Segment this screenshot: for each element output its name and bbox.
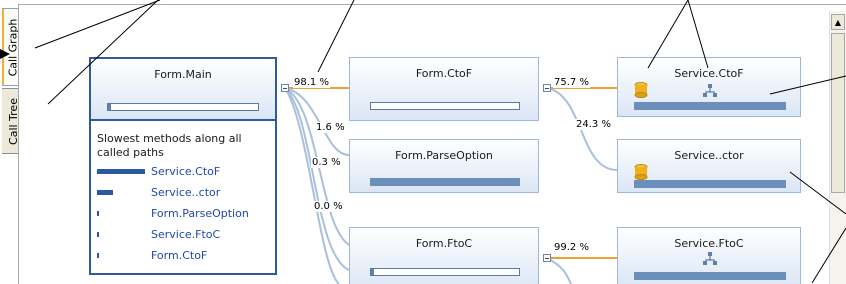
- edge-label: 99.2 %: [553, 242, 590, 253]
- time-bar: [634, 102, 786, 110]
- time-bar: [634, 272, 786, 280]
- node-form-ftoc[interactable]: Form.FtoC: [349, 227, 539, 284]
- collapse-form-ftoc-button[interactable]: [543, 254, 551, 262]
- vertical-scrollbar[interactable]: ▲: [829, 11, 846, 284]
- call-graph-view: Form.Main Slowest methods along all call…: [18, 4, 846, 284]
- database-icon: [634, 82, 648, 98]
- slowest-item-label: Service..ctor: [151, 186, 221, 199]
- slowest-item-label: Form.ParseOption: [151, 207, 249, 220]
- node-form-main[interactable]: Form.Main: [89, 57, 277, 121]
- node-title: Form.Main: [154, 68, 212, 81]
- slowest-item-service-ctor[interactable]: Service..ctor: [97, 186, 272, 202]
- time-bar: [634, 180, 786, 188]
- slowest-bar: [97, 253, 99, 258]
- scroll-up-arrow-icon[interactable]: ▲: [831, 14, 845, 30]
- slowest-item-form-parseoption[interactable]: Form.ParseOption: [97, 207, 272, 223]
- edge-main-ftoc-b: [284, 87, 350, 271]
- edge-label: 98.1 %: [293, 77, 330, 88]
- edge-label: 1.6 %: [315, 122, 346, 133]
- slowest-item-service-ftoc[interactable]: Service.FtoC: [97, 228, 272, 244]
- edge-label: 0.0 %: [313, 201, 344, 212]
- edge-label: 0.3 %: [311, 157, 342, 168]
- time-bar-fill: [108, 104, 111, 110]
- slowest-item-label: Form.CtoF: [151, 249, 208, 262]
- slowest-item-form-ctof[interactable]: Form.CtoF: [97, 249, 272, 265]
- database-icon: [634, 164, 648, 180]
- node-title: Form.ParseOption: [395, 149, 493, 162]
- slowest-bar: [97, 190, 113, 195]
- collapse-form-ctof-button[interactable]: [543, 84, 551, 92]
- node-service-ftoc[interactable]: Service.FtoC: [617, 227, 801, 284]
- slowest-bar: [97, 169, 145, 174]
- edge-label: 24.3 %: [575, 119, 612, 130]
- node-title: Service.CtoF: [674, 67, 744, 80]
- node-form-parseoption[interactable]: Form.ParseOption: [349, 139, 539, 193]
- time-bar: [370, 268, 520, 276]
- slowest-bar: [97, 211, 99, 216]
- time-bar: [107, 103, 259, 111]
- slowest-item-label: Service.CtoF: [151, 165, 221, 178]
- slowest-methods-panel: Slowest methods along all called paths S…: [89, 119, 277, 275]
- node-title: Form.CtoF: [415, 67, 473, 80]
- slowest-item-service-ctof[interactable]: Service.CtoF: [97, 165, 272, 181]
- node-title: Form.FtoC: [415, 237, 473, 250]
- time-bar: [370, 178, 520, 186]
- node-form-ctof[interactable]: Form.CtoF: [349, 57, 539, 121]
- time-bar: [370, 102, 520, 110]
- slowest-bar: [97, 232, 99, 237]
- scroll-thumb[interactable]: [831, 33, 845, 193]
- collapse-form-main-button[interactable]: [281, 84, 289, 92]
- node-service-ctof[interactable]: Service.CtoF: [617, 57, 801, 117]
- node-service-ctor[interactable]: Service..ctor: [617, 139, 801, 193]
- node-title: Service.FtoC: [674, 237, 744, 250]
- time-bar-fill: [371, 269, 374, 275]
- node-title: Service..ctor: [674, 149, 744, 162]
- edge-label: 75.7 %: [553, 77, 590, 88]
- network-icon: [703, 252, 717, 265]
- slowest-item-label: Service.FtoC: [151, 228, 221, 241]
- edge-main-ftoc-c: [284, 87, 340, 284]
- slowest-methods-heading: Slowest methods along all called paths: [97, 132, 242, 159]
- network-icon: [703, 84, 717, 97]
